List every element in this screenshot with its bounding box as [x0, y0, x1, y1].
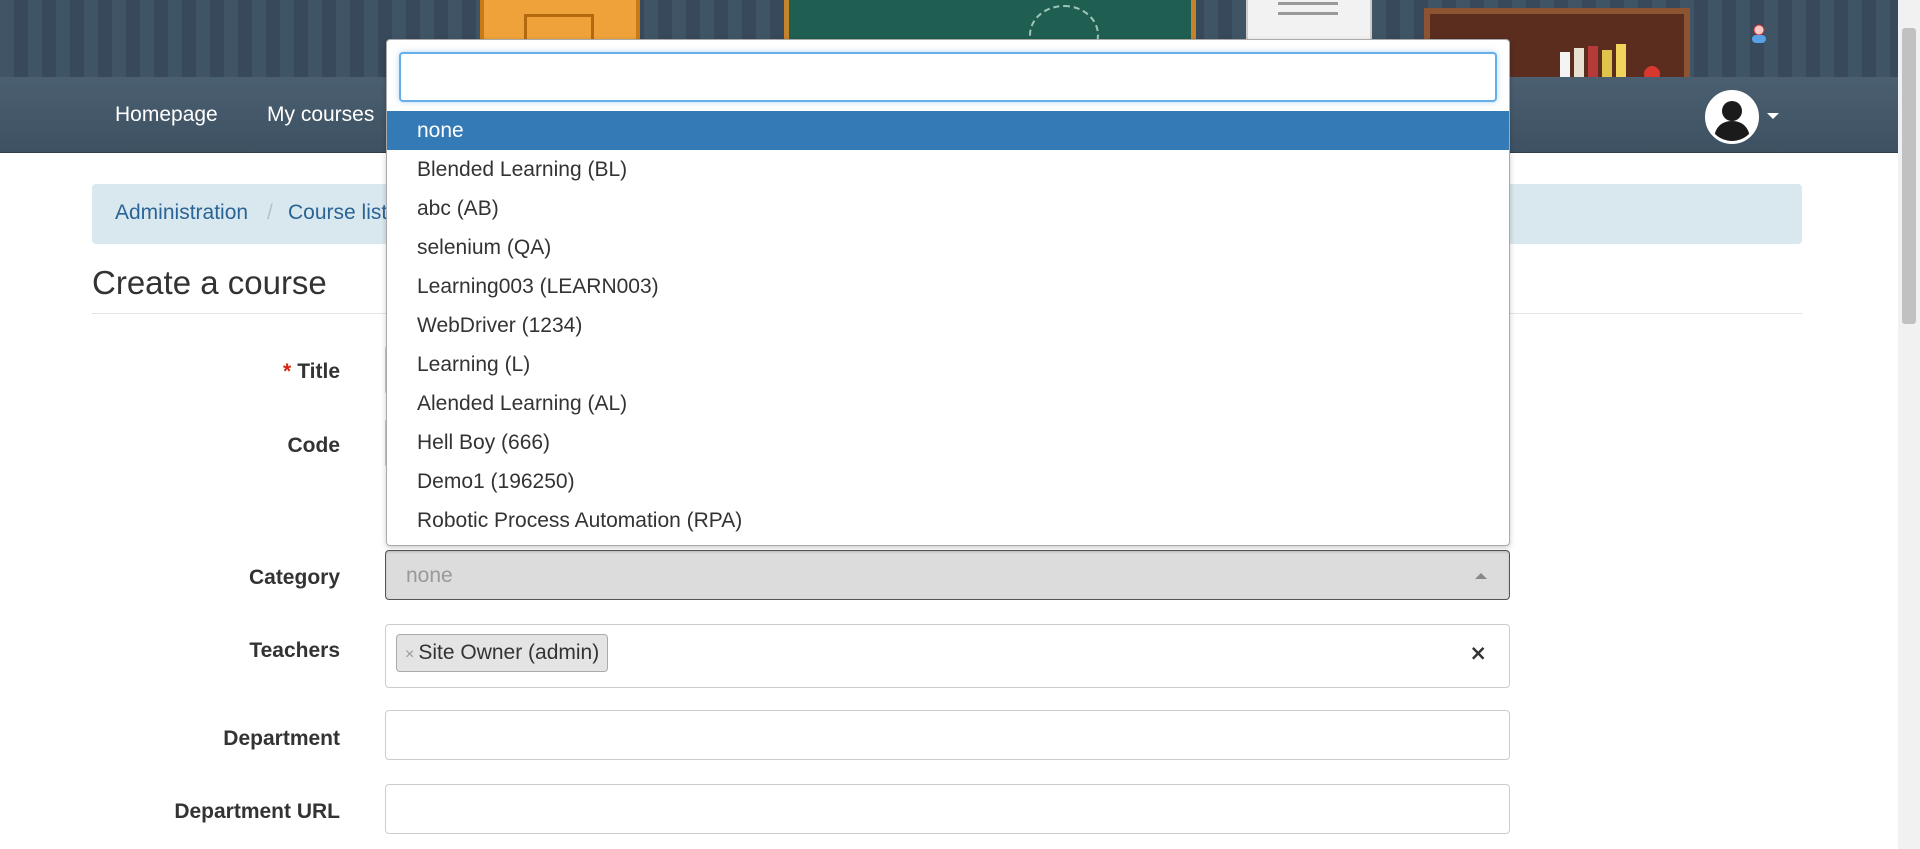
clear-teachers-icon[interactable]: ×	[1469, 641, 1487, 665]
category-option[interactable]: Demo1 (196250)	[387, 462, 1509, 501]
breadcrumb-course-list-link[interactable]: Course list	[288, 201, 387, 225]
teacher-tag: × Site Owner (admin)	[396, 634, 609, 672]
breadcrumb-separator: /	[267, 201, 273, 224]
teachers-multiselect[interactable]: × Site Owner (admin) ×	[385, 624, 1510, 688]
category-options-list: none Blended Learning (BL) abc (AB) seleniu…	[387, 111, 1509, 540]
category-option[interactable]: Learning003 (LEARN003)	[387, 267, 1509, 306]
category-option[interactable]: Alended Learning (AL)	[387, 384, 1509, 423]
required-marker: *	[283, 360, 292, 383]
category-option[interactable]: none	[387, 111, 1509, 150]
page-title: Create a course	[92, 264, 327, 301]
user-avatar-icon[interactable]	[1705, 90, 1759, 144]
teachers-label: Teachers	[249, 639, 340, 662]
department-url-label: Department URL	[174, 800, 340, 823]
category-option[interactable]: Learning (L)	[387, 345, 1509, 384]
code-label: Code	[287, 434, 341, 457]
scrollbar-thumb[interactable]	[1902, 28, 1916, 324]
nav-homepage-link[interactable]: Homepage	[115, 103, 218, 127]
teacher-tag-label: Site Owner (admin)	[418, 641, 600, 664]
department-label: Department	[223, 727, 340, 750]
category-option[interactable]: WebDriver (1234)	[387, 306, 1509, 345]
category-label: Category	[248, 566, 340, 589]
breadcrumb-administration-link[interactable]: Administration	[115, 201, 248, 225]
title-label: * Title	[283, 360, 340, 383]
page-scrollbar[interactable]	[1898, 0, 1920, 849]
category-select-value: none	[406, 564, 453, 587]
category-option[interactable]: Robotic Process Automation (RPA)	[387, 501, 1509, 540]
chevron-down-icon[interactable]	[1767, 113, 1779, 119]
category-select[interactable]: none	[385, 550, 1510, 600]
category-search-input[interactable]	[399, 52, 1497, 102]
category-option[interactable]: abc (AB)	[387, 189, 1509, 228]
department-input[interactable]	[385, 710, 1510, 760]
nav-my-courses-link[interactable]: My courses	[267, 103, 374, 127]
user-icon[interactable]	[1750, 24, 1768, 44]
category-option[interactable]: Blended Learning (BL)	[387, 150, 1509, 189]
remove-tag-icon[interactable]: ×	[405, 646, 414, 663]
category-dropdown: none Blended Learning (BL) abc (AB) seleniu…	[386, 39, 1510, 546]
category-option[interactable]: Hell Boy (666)	[387, 423, 1509, 462]
chevron-up-icon	[1475, 573, 1487, 579]
department-url-input[interactable]	[385, 784, 1510, 834]
category-option[interactable]: selenium (QA)	[387, 228, 1509, 267]
